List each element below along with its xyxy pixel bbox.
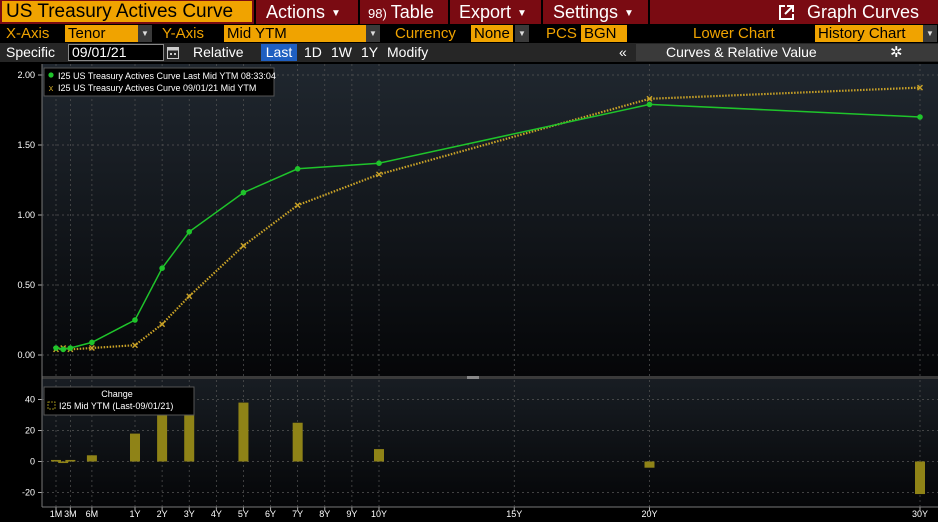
x-tick-label: 15Y [506,509,522,519]
lower-y-ticks: -20 0 20 40 [22,395,42,498]
x-tick-label: 3M [64,509,77,519]
x-tick-label: 10Y [371,509,387,519]
x-tick-label: 2Y [157,509,168,519]
upper-legend: I25 US Treasury Actives Curve Last Mid Y… [43,67,276,97]
current-point-marker[interactable] [917,114,923,120]
curve-chart: 0.00 0.50 1.00 1.50 2.00 -20 0 20 40 1M 3M 6M 1Y 2Y… [17,64,938,519]
legend-current-label: I25 US Treasury Actives Curve Last Mid Y… [58,71,276,81]
current-point-marker[interactable] [646,101,653,108]
upper-y-ticks: 0.00 0.50 1.00 1.50 2.00 [17,70,42,360]
x-tick-label: 1M [50,509,63,519]
legend-change-label: I25 Mid YTM (Last-09/01/21) [59,401,173,411]
x-tick-label: 9Y [346,509,357,519]
y-tick-label: 1.50 [17,140,35,150]
x-tick-label: 20Y [641,509,657,519]
current-point-marker[interactable] [60,346,66,353]
y-tick-label: 20 [25,426,35,436]
x-tick-label: 8Y [319,509,330,519]
change-bar[interactable] [374,449,384,462]
x-tick-label: 1Y [129,509,140,519]
change-bar[interactable] [292,422,303,462]
drag-handle-icon[interactable] [467,376,479,379]
legend-marker-history: x [49,83,54,93]
current-point-marker[interactable] [89,339,95,346]
y-tick-label: 0.50 [17,280,35,290]
lower-legend: Change I25 Mid YTM (Last-09/01/21) [43,386,195,416]
current-point-marker[interactable] [132,317,138,323]
change-bar[interactable] [58,461,69,464]
x-tick-label: 3Y [184,509,195,519]
legend-marker-current [48,72,54,78]
y-tick-label: 40 [25,395,35,405]
current-point-marker[interactable] [186,229,193,235]
current-point-marker[interactable] [240,189,247,196]
change-bar[interactable] [915,461,925,495]
current-point-marker[interactable] [159,265,165,272]
lower-chart-title: Change [101,389,133,399]
legend-history-label: I25 US Treasury Actives Curve 09/01/21 M… [58,83,256,93]
y-tick-label: 1.00 [17,210,35,220]
x-tick-label: 30Y [912,509,928,519]
x-tick-label: 4Y [211,509,222,519]
y-tick-label: 0 [30,457,35,467]
x-tick-label: 6Y [265,509,276,519]
change-bar[interactable] [130,433,140,462]
y-tick-label: 0.00 [17,350,35,360]
current-point-marker[interactable] [53,345,59,351]
x-tick-label: 5Y [238,509,249,519]
change-bar[interactable] [86,455,97,462]
current-point-marker[interactable] [67,345,74,351]
x-tick-label: 6M [86,509,99,519]
change-bar[interactable] [65,459,76,462]
change-bar[interactable] [238,402,249,462]
current-point-marker[interactable] [294,166,301,172]
upper-plot-area [42,64,938,376]
change-bar[interactable] [644,461,655,468]
current-point-marker[interactable] [376,160,382,166]
x-tick-label: 7Y [292,509,303,519]
change-bar[interactable] [51,459,61,462]
y-tick-label: 2.00 [17,70,35,80]
y-tick-label: -20 [22,488,35,498]
